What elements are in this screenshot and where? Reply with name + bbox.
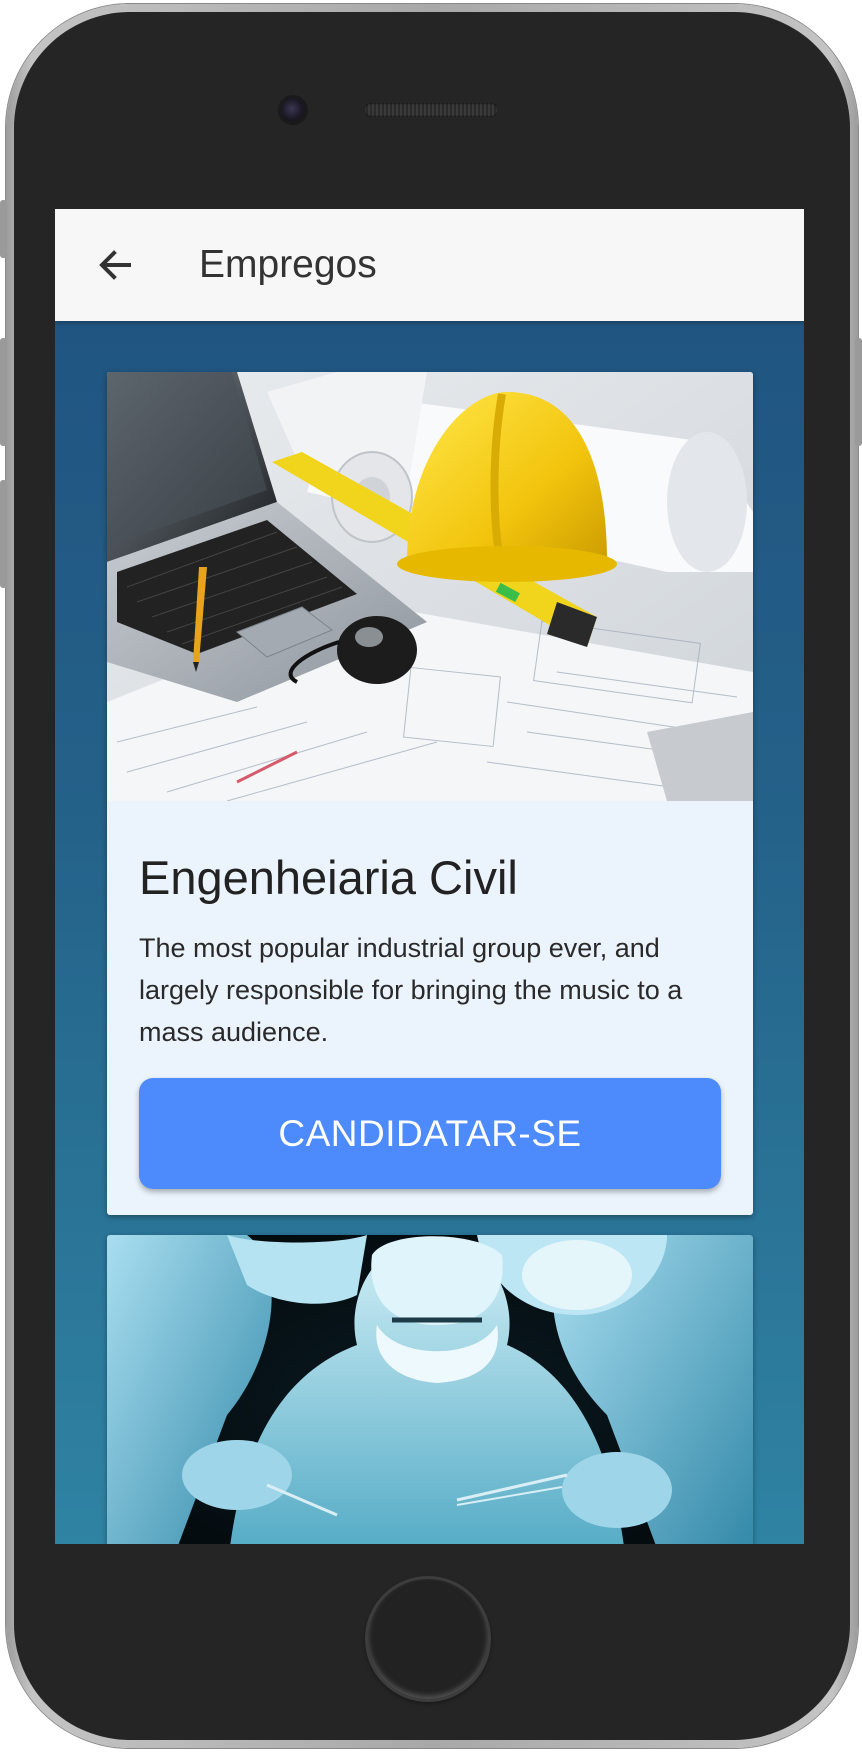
page-title: Empregos (199, 243, 377, 286)
mute-switch (0, 200, 7, 258)
surgeons-operating-photo (107, 1235, 753, 1544)
home-button[interactable] (365, 1576, 491, 1702)
back-button[interactable] (95, 245, 135, 285)
app-bar: Empregos (55, 209, 804, 321)
job-title: Engenheiaria Civil (139, 851, 518, 904)
power-button (855, 338, 862, 446)
front-camera (281, 98, 305, 122)
device-mockup: Empregos Engenheiaria Civil The most pop… (0, 0, 862, 1753)
apply-button[interactable]: CANDIDATAR-SE (139, 1078, 721, 1189)
construction-desk-photo (107, 372, 753, 801)
arrow-left-icon (99, 250, 131, 280)
volume-down-button (0, 480, 7, 588)
earpiece-speaker (364, 103, 498, 117)
volume-up-button (0, 338, 7, 446)
job-card-image (107, 1235, 753, 1544)
job-card (107, 1235, 753, 1544)
job-card: Engenheiaria Civil The most popular indu… (107, 372, 753, 1215)
job-card-image (107, 372, 753, 801)
app-screen: Empregos Engenheiaria Civil The most pop… (55, 209, 804, 1544)
job-description: The most popular industrial group ever, … (139, 933, 683, 1047)
